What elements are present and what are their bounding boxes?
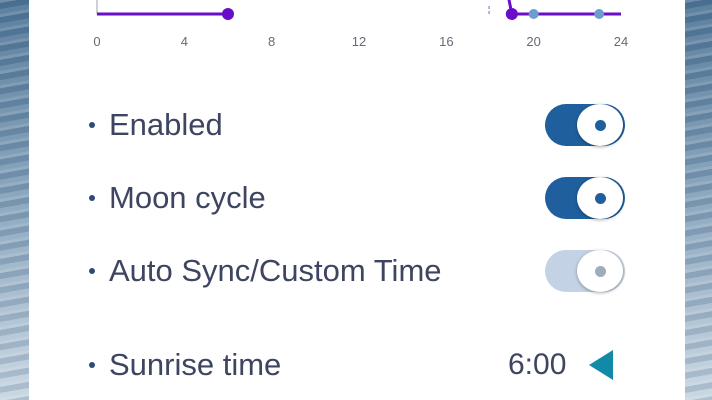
- schedule-chart: 0 4 8 12 16 20 24: [29, 0, 685, 60]
- toggle-dot: [595, 266, 606, 277]
- setting-row-auto-sync: Auto Sync/Custom Time: [29, 246, 685, 296]
- auto-sync-toggle[interactable]: [545, 250, 625, 292]
- chart-point[interactable]: [528, 9, 539, 19]
- bullet: [89, 362, 95, 368]
- enabled-label: Enabled: [109, 107, 223, 142]
- settings-card: 0 4 8 12 16 20 24 Enabled Moon cycle Auto Sync…: [29, 0, 685, 400]
- background-sea-left: [0, 0, 29, 400]
- moon-cycle-label: Moon cycle: [109, 180, 266, 215]
- x-tick-label: 20: [526, 34, 541, 49]
- setting-row-enabled: Enabled: [29, 100, 685, 150]
- x-tick-label: 24: [613, 34, 629, 49]
- toggle-knob: [577, 250, 623, 292]
- toggle-dot: [595, 193, 606, 204]
- schedule-chart-plot: [96, 0, 621, 20]
- toggle-dot: [595, 120, 606, 131]
- x-tick-label: 12: [351, 34, 367, 49]
- bullet: [89, 195, 95, 201]
- toggle-knob: [577, 104, 623, 146]
- setting-row-moon-cycle: Moon cycle: [29, 173, 685, 223]
- chart-point[interactable]: [222, 8, 234, 20]
- toggle-knob: [577, 177, 623, 219]
- x-tick-label: 16: [439, 34, 454, 49]
- chart-point[interactable]: [505, 8, 518, 20]
- chart-point[interactable]: [594, 9, 605, 19]
- bullet: [89, 268, 95, 274]
- auto-sync-label: Auto Sync/Custom Time: [109, 253, 442, 288]
- enabled-toggle[interactable]: [545, 104, 625, 146]
- x-tick-label: 4: [180, 34, 188, 49]
- moon-cycle-toggle[interactable]: [545, 177, 625, 219]
- x-tick-label: 8: [268, 34, 276, 49]
- triangle-left-icon[interactable]: [589, 350, 613, 380]
- sunrise-time-label: Sunrise time: [109, 347, 282, 382]
- sunrise-time-value[interactable]: 6:00: [508, 348, 566, 382]
- bullet: [89, 122, 95, 128]
- setting-row-sunrise: Sunrise time 6:00: [29, 340, 685, 390]
- background-sea-right: [685, 0, 712, 400]
- x-tick-label: 0: [93, 34, 101, 49]
